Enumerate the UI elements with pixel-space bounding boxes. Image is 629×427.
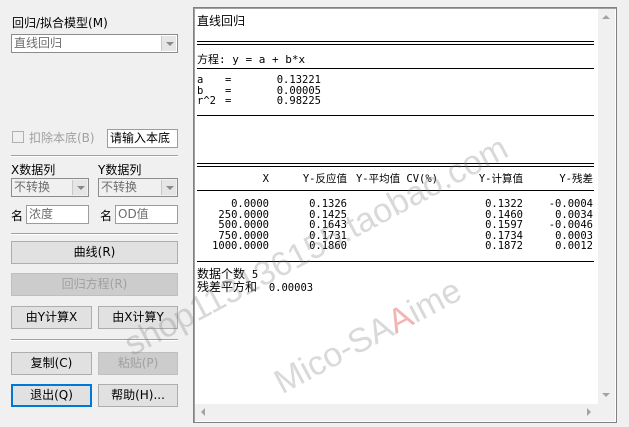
rule (197, 190, 594, 191)
calc-x-button[interactable]: 由Y计算X (11, 306, 92, 329)
column-header: X (262, 172, 269, 185)
equation-text: 方程: y = a + b*x (197, 53, 306, 66)
double-rule (197, 163, 594, 167)
param-value: 0.13221 (276, 74, 321, 86)
rule (197, 115, 594, 116)
calc-y-button[interactable]: 由X计算Y (98, 306, 178, 329)
subtract-blank-label: 扣除本底(B) (29, 131, 95, 145)
divider (11, 339, 178, 341)
y-column-label: Y数据列 (98, 163, 142, 177)
table-cell: 0.1860 (309, 240, 347, 252)
param-row: a = 0.13221 (197, 75, 321, 86)
scrollbar-corner (598, 404, 615, 421)
y-name-input[interactable]: OD值 (115, 205, 178, 224)
param-eq: = (225, 95, 232, 107)
rss-value: 0.00003 (268, 282, 314, 294)
param-name: a (197, 74, 204, 86)
table-cell: 500.0000 (218, 219, 269, 231)
table-cell (347, 241, 447, 252)
result-output-panel[interactable]: 直线回归 方程: y = a + b*x a = 0.13221 b = 0.00005 r… (193, 7, 617, 423)
rule (197, 68, 594, 69)
regression-equation-button[interactable]: 回归方程(R) (11, 273, 178, 296)
param-value: 0.98225 (276, 95, 321, 107)
model-label: 回归/拟合模型(M) (12, 16, 108, 30)
horizontal-scrollbar[interactable] (195, 404, 598, 421)
copy-button[interactable]: 复制(C) (11, 352, 92, 375)
table-row: 500.0000 0.1643 0.1597 -0.0046 (197, 220, 593, 231)
results-table: X Y-反应值 Y-平均值 CV(%) Y-计算值 Y-残差 0.0000 0.1326 0… (197, 171, 593, 252)
scroll-left-icon[interactable] (195, 404, 212, 421)
scroll-up-icon[interactable] (598, 9, 615, 26)
x-transform-select[interactable]: 不转换 (11, 178, 89, 197)
column-header: Y-反应值 (302, 172, 347, 185)
exit-button[interactable]: 退出(Q) (11, 384, 92, 407)
x-name-input[interactable]: 浓度 (26, 205, 89, 224)
double-rule (197, 41, 594, 45)
table-cell: -0.0046 (548, 219, 593, 231)
y-transform-select[interactable]: 不转换 (98, 178, 178, 197)
table-cell (347, 231, 447, 242)
param-eq: = (225, 74, 232, 86)
curve-button[interactable]: 曲线(R) (11, 241, 178, 264)
table-cell: 0.1597 (485, 219, 523, 231)
divider (11, 155, 178, 157)
rss-label: 残差平方和 (197, 280, 258, 294)
param-eq: = (225, 84, 232, 97)
table-cell (347, 210, 447, 221)
chevron-down-icon[interactable] (72, 180, 87, 195)
x-name-label: 名 (11, 209, 24, 223)
rss-line: 残差平方和 0.00003 (197, 278, 313, 295)
scroll-right-icon[interactable] (581, 404, 598, 421)
table-cell: 0.1872 (485, 240, 523, 252)
paste-button[interactable]: 粘贴(P) (98, 352, 178, 375)
column-header: Y-残差 (559, 172, 593, 185)
chevron-down-icon[interactable] (161, 180, 176, 195)
column-header: Y-平均值 CV(%) (355, 172, 439, 185)
subtract-blank-checkbox[interactable] (12, 131, 24, 143)
output-title: 直线回归 (197, 14, 246, 28)
vertical-scrollbar[interactable] (598, 9, 615, 404)
chevron-down-icon[interactable] (161, 36, 176, 51)
model-select-value: 直线回归 (14, 36, 63, 50)
x-transform-value: 不转换 (14, 180, 51, 194)
param-name: r^2 (197, 95, 216, 107)
divider (11, 233, 178, 235)
column-header: Y-计算值 (478, 172, 523, 185)
y-transform-value: 不转换 (101, 180, 138, 194)
rule (197, 261, 594, 262)
blank-input[interactable]: 请输入本底 (107, 129, 178, 148)
params-table: a = 0.13221 b = 0.00005 r^2 = 0.98225 (197, 75, 321, 107)
x-column-label: X数据列 (11, 163, 56, 177)
table-cell: 0.0012 (555, 240, 593, 252)
param-row: r^2 = 0.98225 (197, 96, 321, 107)
help-button[interactable]: 帮助(H)... (98, 384, 178, 407)
table-cell (347, 220, 447, 231)
y-name-label: 名 (100, 209, 113, 223)
scroll-down-icon[interactable] (598, 387, 615, 404)
table-cell: 0.1643 (309, 219, 347, 231)
table-cell: 1000.0000 (212, 240, 269, 252)
model-select[interactable]: 直线回归 (11, 34, 178, 53)
table-row: 1000.0000 0.1860 0.1872 0.0012 (197, 241, 593, 252)
